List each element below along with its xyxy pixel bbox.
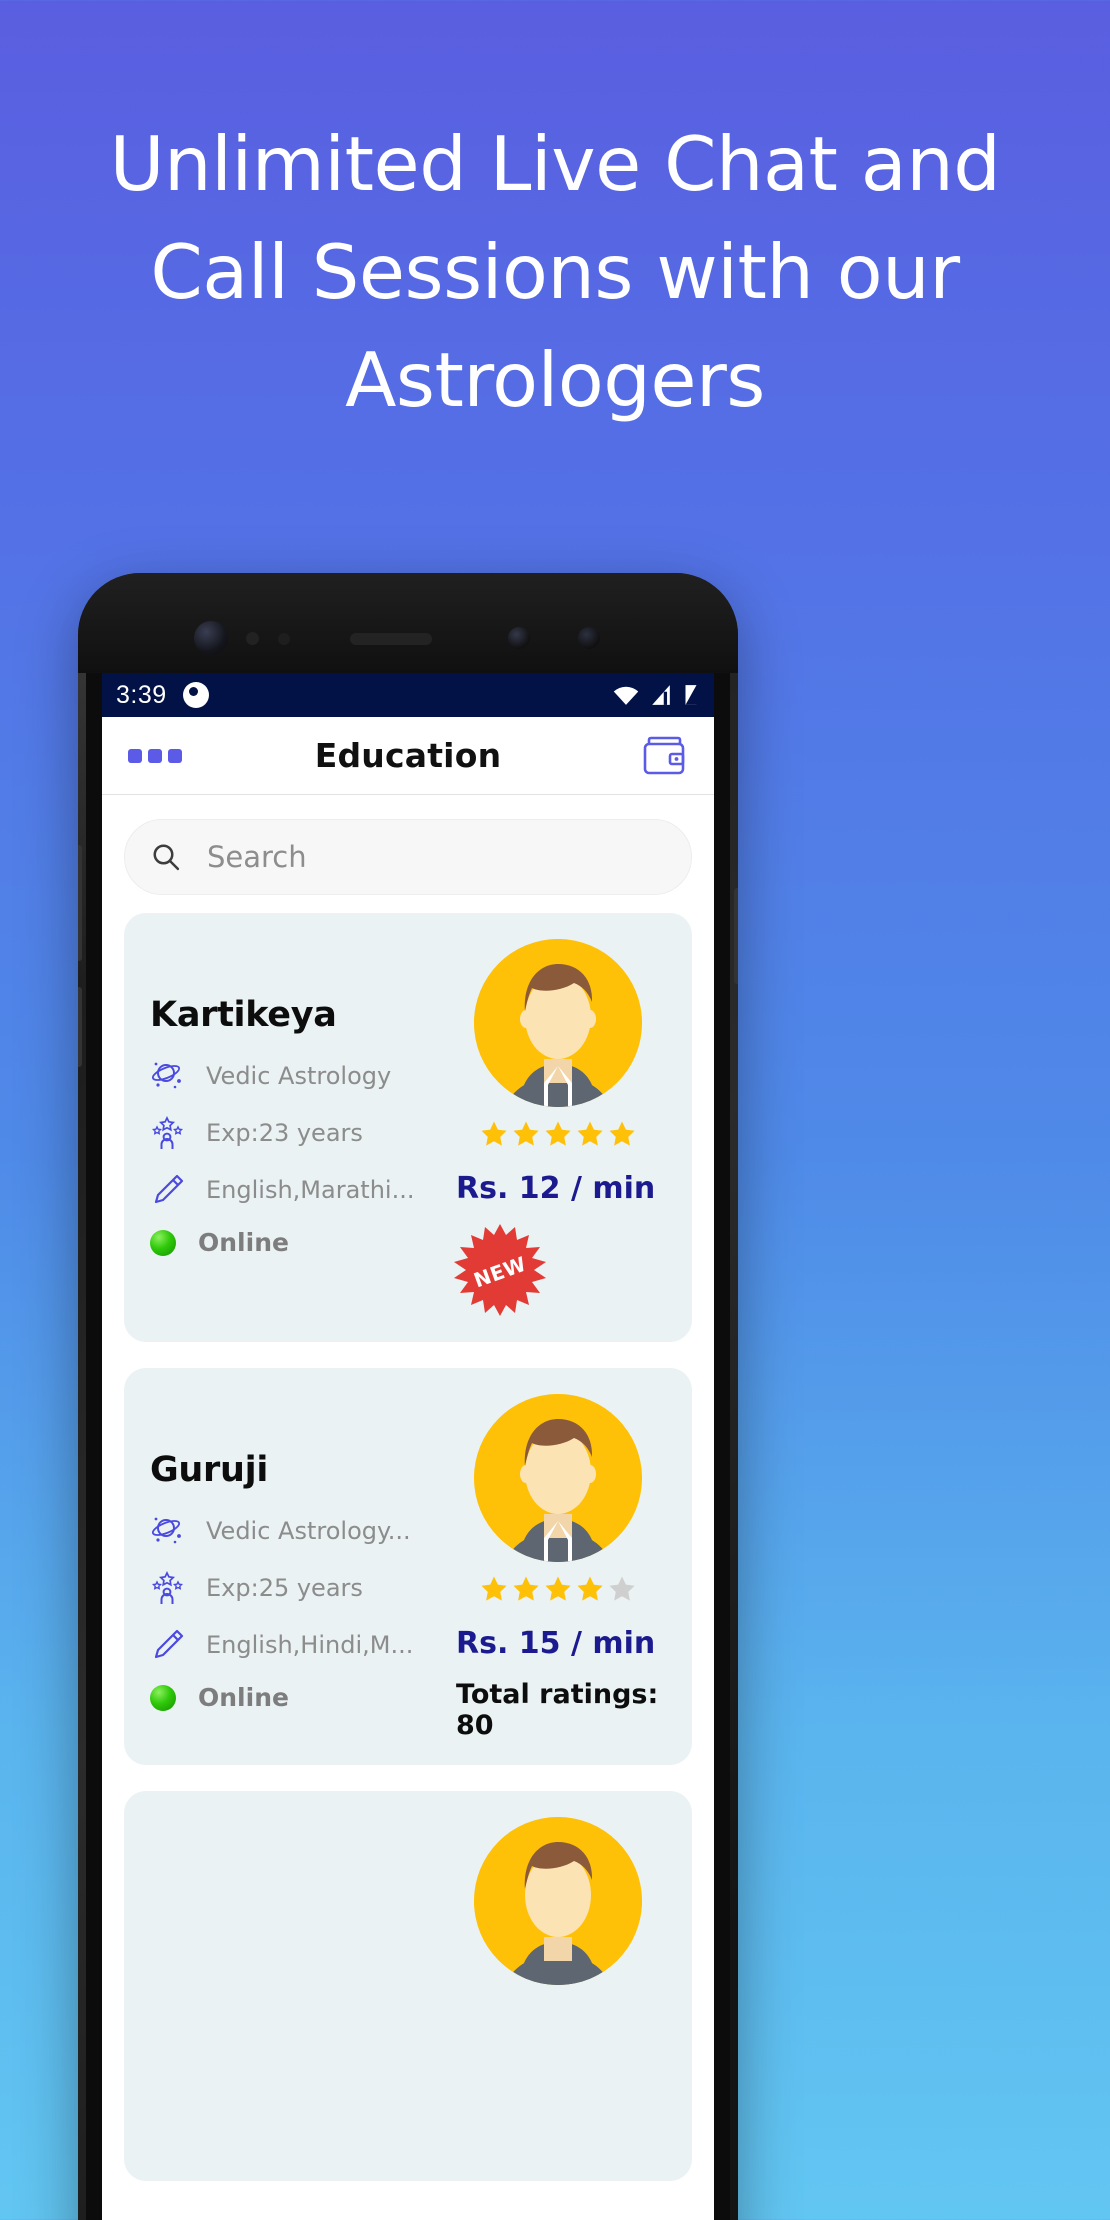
specialty-row: Vedic Astrology — [150, 1057, 450, 1095]
status-badge: Online — [150, 1683, 450, 1712]
phone-top-bezel — [78, 573, 738, 673]
price-text: Rs. 12 / min — [456, 1171, 656, 1206]
star-empty-icon — [609, 1576, 635, 1601]
experience-row: Exp:23 years — [150, 1114, 450, 1152]
astrologer-details — [150, 1817, 450, 2157]
volume-up-button[interactable] — [78, 845, 82, 961]
avatar — [474, 1817, 642, 1985]
promo-headline: Unlimited Live Chat and Call Sessions wi… — [0, 110, 1110, 434]
total-ratings-text: Total ratings: 80 — [456, 1679, 659, 1741]
experience-text: Exp:23 years — [206, 1119, 363, 1147]
earpiece-speaker — [350, 633, 432, 645]
experience-row: Exp:25 years — [150, 1569, 450, 1607]
planet-icon — [151, 1062, 181, 1089]
page-title: Education — [314, 736, 502, 775]
online-status-dot-icon — [150, 1684, 176, 1711]
search-icon — [153, 844, 180, 871]
rating-stars — [479, 1119, 637, 1149]
astrologer-summary — [450, 1817, 666, 2157]
phone-screen: 3:39 Education Search Kartikeya Vedic As… — [102, 673, 714, 2220]
stars-person-icon — [151, 1116, 184, 1149]
online-status-dot-icon — [150, 1229, 176, 1256]
status-bar-time: 3:39 — [116, 680, 167, 709]
languages-row: English,Marathi... — [150, 1171, 450, 1209]
star-filled-icon — [545, 1576, 571, 1601]
sensor-dot-icon — [246, 632, 259, 645]
headline-line-1: Unlimited Live Chat and — [109, 120, 1001, 208]
price-text: Rs. 15 / min — [456, 1626, 656, 1661]
astrologer-card[interactable]: Kartikeya Vedic Astrology Exp:23 years E… — [124, 913, 692, 1342]
status-text: Online — [198, 1228, 289, 1257]
experience-text: Exp:25 years — [206, 1574, 363, 1602]
pencil-icon — [154, 1629, 184, 1659]
specialty-text: Vedic Astrology — [206, 1062, 392, 1090]
astrologer-name: Kartikeya — [150, 995, 337, 1035]
search-input[interactable]: Search — [124, 819, 692, 895]
front-camera-icon — [194, 621, 228, 655]
astrologer-summary: Rs. 15 / min Total ratings: 80 — [450, 1394, 666, 1741]
status-text: Online — [198, 1683, 289, 1712]
status-bar-icons — [612, 684, 700, 706]
headline-line-3: Astrologers — [345, 336, 765, 424]
star-filled-icon — [513, 1121, 539, 1146]
new-badge: NEW — [452, 1222, 548, 1318]
pencil-icon — [154, 1174, 184, 1204]
search-placeholder: Search — [207, 840, 307, 874]
star-filled-icon — [481, 1576, 507, 1601]
languages-row: English,Hindi,M... — [150, 1626, 450, 1664]
rating-stars — [479, 1574, 637, 1604]
astrologer-name: Guruji — [150, 1450, 269, 1490]
sensor-lens-icon — [578, 627, 600, 649]
astrologer-card[interactable]: Guruji Vedic Astrology... Exp:25 years E… — [124, 1368, 692, 1765]
app-header: Education — [102, 717, 714, 795]
app-circle-icon — [182, 682, 209, 708]
wallet-icon[interactable] — [642, 736, 688, 776]
star-filled-icon — [577, 1576, 603, 1601]
status-bar: 3:39 — [102, 673, 714, 717]
astrologer-details: Guruji Vedic Astrology... Exp:25 years E… — [150, 1394, 450, 1741]
star-filled-icon — [513, 1576, 539, 1601]
specialty-text: Vedic Astrology... — [206, 1517, 411, 1545]
languages-text: English,Marathi... — [206, 1176, 415, 1204]
languages-text: English,Hindi,M... — [206, 1631, 414, 1659]
star-filled-icon — [545, 1121, 571, 1146]
volume-down-button[interactable] — [78, 987, 82, 1067]
wifi-icon — [613, 686, 639, 705]
stars-person-icon — [151, 1571, 184, 1604]
signal-icon — [652, 685, 670, 705]
sensor-dot-icon — [278, 633, 290, 645]
star-filled-icon — [481, 1121, 507, 1146]
battery-icon — [685, 685, 697, 705]
avatar — [474, 1394, 642, 1562]
avatar — [474, 939, 642, 1107]
specialty-row: Vedic Astrology... — [150, 1512, 450, 1550]
planet-icon — [151, 1517, 181, 1544]
status-badge: Online — [150, 1228, 450, 1257]
phone-mockup: 3:39 Education Search Kartikeya Vedic As… — [78, 573, 738, 2220]
astrologer-card[interactable] — [124, 1791, 692, 2181]
sensor-lens-icon — [508, 627, 530, 649]
astrologer-summary: Rs. 12 / min NEW — [450, 939, 666, 1318]
star-filled-icon — [577, 1121, 603, 1146]
star-filled-icon — [609, 1121, 635, 1146]
astrologer-list: Kartikeya Vedic Astrology Exp:23 years E… — [102, 907, 714, 2181]
search-section: Search — [102, 795, 714, 907]
headline-line-2: Call Sessions with our — [150, 228, 960, 316]
astrologer-details: Kartikeya Vedic Astrology Exp:23 years E… — [150, 939, 450, 1318]
power-button[interactable] — [734, 888, 738, 984]
